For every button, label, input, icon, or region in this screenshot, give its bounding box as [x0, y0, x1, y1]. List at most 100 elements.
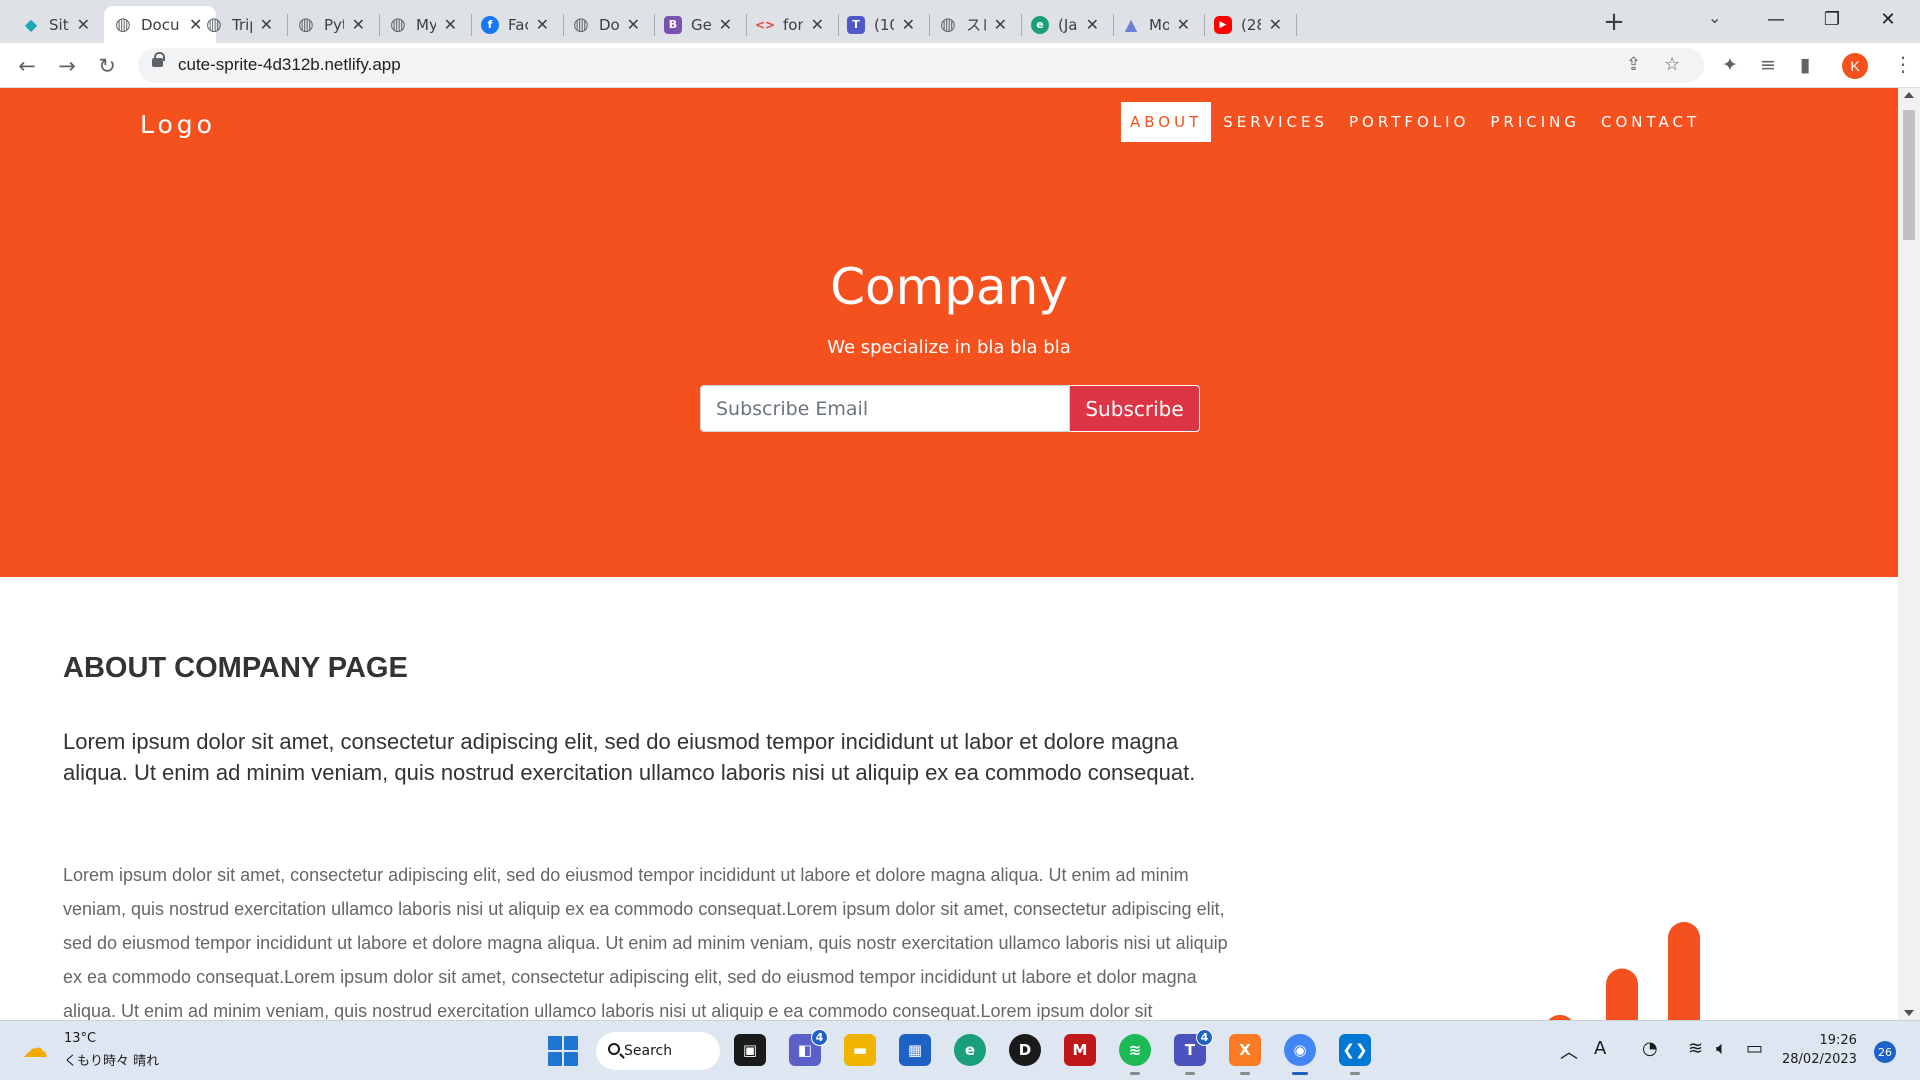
signal-bars-icon [1548, 922, 1700, 1020]
bookmark-star-icon[interactable]: ☆ [1664, 54, 1680, 75]
tab-title: (10) / [874, 15, 894, 34]
weather-description[interactable]: くもり時々 晴れ [64, 1050, 159, 1069]
extensions-icon[interactable]: ✦ [1722, 54, 1738, 76]
signal-bar [1668, 922, 1700, 1020]
tab-strip: ◆ Site c ✕ ◍ Docu ✕ ◍ Trip V ✕ ◍ Pyth ✕ ◍ My P ✕ f Facel… [0, 0, 1920, 43]
browser-toolbar: ← → ↻ cute-sprite-4d312b.netlify.app ⇪ ☆… [0, 43, 1920, 88]
dell-icon[interactable]: D [1009, 1034, 1041, 1066]
task-view-icon[interactable]: ▣ [734, 1034, 766, 1066]
browser-tab[interactable]: ◍ My P ✕ [379, 6, 467, 43]
tab-title: Get s [691, 15, 711, 34]
lock-icon[interactable] [152, 52, 165, 67]
back-icon[interactable]: ← [12, 51, 42, 81]
xampp-icon[interactable]: X [1229, 1034, 1261, 1075]
browser-tab[interactable]: ◍ Docu ✕ [562, 6, 650, 43]
subscribe-email-input[interactable] [700, 385, 1070, 432]
clock-time: 19:26 [1819, 1033, 1857, 1048]
volume-icon[interactable]: 🔈︎ [1716, 1038, 1727, 1059]
address-bar[interactable]: cute-sprite-4d312b.netlify.app ⇪ ☆ [138, 48, 1704, 83]
taskbar-search[interactable]: Search [596, 1032, 720, 1070]
browser-tab[interactable]: ▲ Mod ✕ [1112, 6, 1200, 43]
globe-icon: ◍ [573, 14, 589, 35]
browser-tab[interactable]: <> font- ✕ [746, 6, 834, 43]
battery-icon[interactable]: ▭ [1746, 1038, 1763, 1059]
browser-tab[interactable]: ▶ (287) ✕ [1204, 6, 1292, 43]
tab-close-icon[interactable]: ✕ [1177, 15, 1190, 34]
nav-link-about[interactable]: ABOUT [1121, 102, 1212, 142]
browser-tab[interactable]: ◆ Site c ✕ [12, 6, 100, 43]
browser-tab[interactable]: T (10) / ✕ [837, 6, 925, 43]
url-text[interactable]: cute-sprite-4d312b.netlify.app [178, 55, 401, 75]
mcafee-icon[interactable]: M [1064, 1034, 1096, 1066]
teams-icon: T [847, 15, 865, 34]
spotify-icon[interactable]: ≋ [1119, 1034, 1151, 1075]
tab-close-icon[interactable]: ✕ [994, 15, 1007, 34]
side-panel-icon[interactable]: ▮ [1800, 54, 1810, 76]
subscribe-button[interactable]: Subscribe [1070, 385, 1200, 432]
running-indicator [1292, 1072, 1308, 1075]
forward-icon[interactable]: → [52, 51, 82, 81]
hero-title: Company [830, 258, 1068, 316]
tab-close-icon[interactable]: ✕ [536, 15, 549, 34]
tab-search-icon[interactable]: ⌄ [1708, 8, 1721, 27]
page-scrollbar[interactable] [1898, 88, 1920, 1020]
tab-title: Pyth [324, 15, 344, 34]
menu-kebab-icon[interactable]: ⋮ [1893, 52, 1913, 76]
restore-icon[interactable]: ❐ [1810, 4, 1854, 34]
browser-tab[interactable]: ◍ Trip V ✕ [195, 6, 283, 43]
signal-bar [1606, 968, 1638, 1020]
weather-cloud-sun-icon[interactable]: ☁ [22, 1034, 48, 1064]
tab-close-icon[interactable]: ✕ [719, 15, 732, 34]
browser-tab[interactable]: f Facel ✕ [471, 6, 559, 43]
start-button[interactable] [548, 1036, 578, 1066]
system-clock[interactable]: 19:26 28/02/2023 [1782, 1031, 1857, 1069]
browser-tab[interactable]: B Get s ✕ [654, 6, 742, 43]
notification-badge[interactable]: 26 [1874, 1041, 1896, 1063]
tab-title: Docu [141, 15, 180, 34]
tab-close-icon[interactable]: ✕ [77, 15, 90, 34]
tab-close-icon[interactable]: ✕ [811, 15, 824, 34]
tab-close-icon[interactable]: ✕ [260, 15, 273, 34]
nav-link-portfolio[interactable]: PORTFOLIO [1340, 102, 1478, 142]
microsoft-store-icon[interactable]: ▦ [899, 1034, 931, 1066]
reload-icon[interactable]: ↻ [92, 51, 122, 81]
tab-close-icon[interactable]: ✕ [444, 15, 457, 34]
scroll-down-arrow-icon[interactable] [1904, 1010, 1914, 1016]
chrome-icon[interactable]: ◉ [1284, 1034, 1316, 1075]
tab-title: My P [416, 15, 436, 34]
tab-close-icon[interactable]: ✕ [352, 15, 365, 34]
about-heading: ABOUT COMPANY PAGE [63, 652, 408, 684]
nav-link-contact[interactable]: CONTACT [1592, 102, 1709, 142]
show-hidden-icons-chevron-icon[interactable]: ︿ [1560, 1038, 1578, 1064]
wifi-icon[interactable]: ≋ [1688, 1038, 1703, 1059]
teams-icon[interactable]: T4 [1174, 1029, 1213, 1075]
edge-icon: e [1031, 15, 1049, 34]
file-explorer-icon[interactable]: ▬ [844, 1034, 876, 1066]
profile-avatar[interactable]: K [1842, 53, 1868, 79]
scroll-up-arrow-icon[interactable] [1904, 92, 1914, 98]
tab-close-icon[interactable]: ✕ [902, 15, 915, 34]
sync-icon[interactable]: ◔ [1642, 1038, 1658, 1059]
edge-icon[interactable]: e [954, 1034, 986, 1066]
nav-link-pricing[interactable]: PRICING [1481, 102, 1589, 142]
share-icon[interactable]: ⇪ [1626, 54, 1641, 75]
tab-separator [1296, 14, 1297, 36]
browser-tab[interactable]: ◍ スレッ ✕ [929, 6, 1017, 43]
browser-tab[interactable]: ◍ Pyth ✕ [287, 6, 375, 43]
minimize-icon[interactable]: — [1754, 4, 1798, 34]
tab-close-icon[interactable]: ✕ [1269, 15, 1282, 34]
teams-chat-icon[interactable]: ◧ 4 [789, 1029, 828, 1066]
scroll-thumb[interactable] [1903, 110, 1915, 240]
new-tab-button[interactable]: + [1600, 7, 1628, 37]
tab-close-icon[interactable]: ✕ [627, 15, 640, 34]
ime-icon[interactable]: A [1594, 1038, 1606, 1059]
weather-temperature[interactable]: 13°C [64, 1031, 96, 1046]
browser-tab[interactable]: e (Java ✕ [1021, 6, 1109, 43]
site-logo[interactable]: Logo [140, 110, 216, 139]
nav-link-services[interactable]: SERVICES [1214, 102, 1337, 142]
vscode-icon[interactable]: ❮❯ [1339, 1034, 1371, 1075]
tab-close-icon[interactable]: ✕ [1086, 15, 1099, 34]
close-window-icon[interactable]: ✕ [1866, 4, 1910, 34]
running-indicator [1185, 1072, 1195, 1075]
media-control-icon[interactable]: ≡ [1760, 54, 1776, 76]
